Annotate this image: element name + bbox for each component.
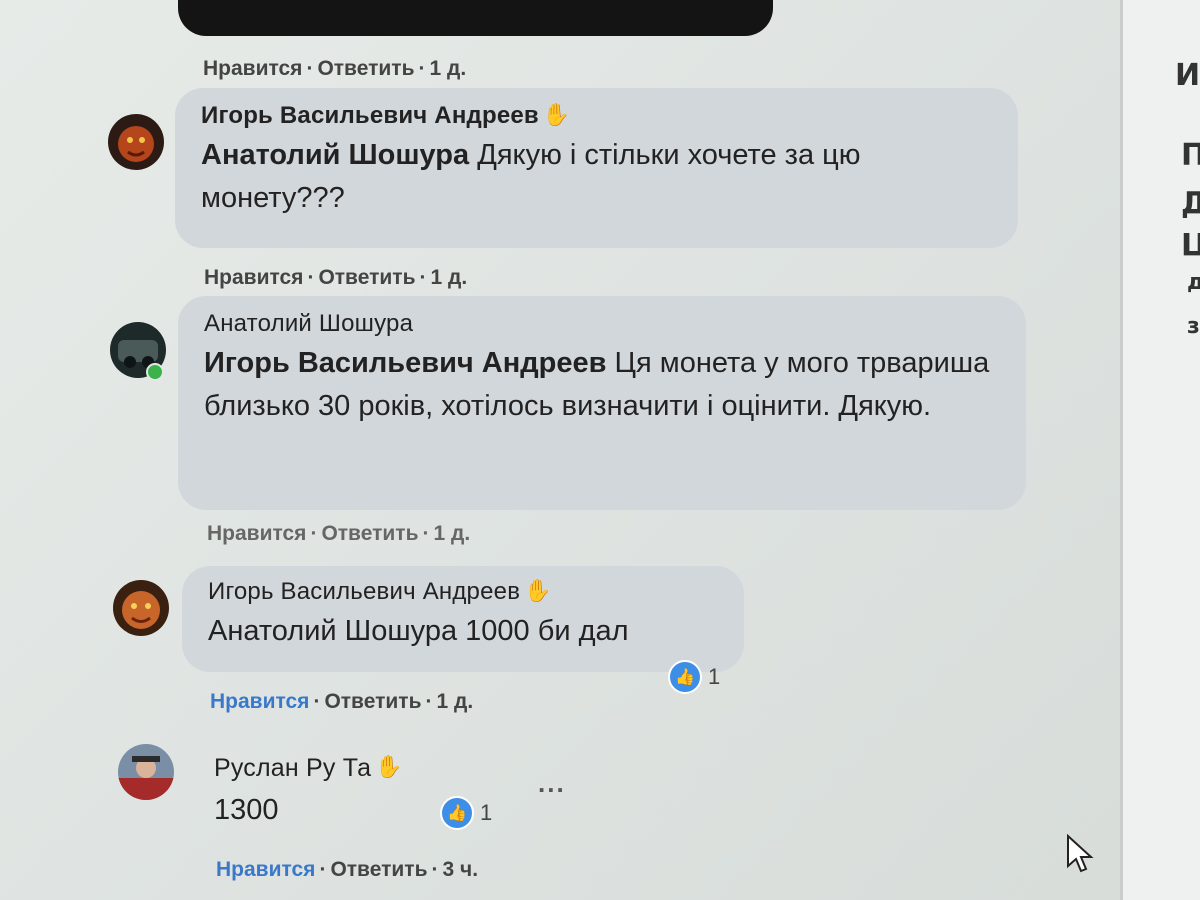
more-options-button[interactable]: ... (538, 768, 566, 799)
like-button[interactable]: Нравится (204, 266, 303, 289)
like-button[interactable]: Нравится (207, 522, 306, 545)
reply-button[interactable]: Ответить (321, 522, 418, 545)
waving-hand-icon: ✋ (375, 754, 403, 779)
comment-text: Анатолий Шошура Дякую і стільки хочете з… (201, 139, 861, 214)
timestamp[interactable]: 1 д. (436, 690, 473, 713)
comment-actions: Нравится · Ответить · 1 д. (204, 266, 468, 289)
reply-button[interactable]: Ответить (324, 690, 421, 713)
mention-link[interactable]: Игорь Васильевич Андреев (204, 347, 606, 379)
panel-text: И (1175, 58, 1200, 93)
reaction-count[interactable]: 👍 1 (440, 796, 492, 830)
comment-text: Игорь Васильевич Андреев Ця монета у мог… (204, 347, 990, 422)
reply-button[interactable]: Ответить (318, 266, 415, 289)
comment-author[interactable]: Анатолий Шошура (204, 310, 413, 338)
panel-text: д (1187, 270, 1200, 295)
media-preview[interactable] (178, 0, 773, 36)
avatar[interactable] (113, 580, 169, 636)
online-status-icon (146, 363, 164, 381)
comment-bubble: Игорь Васильевич Андреев ✋ Анатолий Шошур… (175, 88, 1018, 248)
comment-author[interactable]: Игорь Васильевич Андреев (201, 102, 539, 130)
comment-text: 1300 (214, 794, 279, 826)
comment-actions: Нравится · Ответить · 1 д. (207, 522, 471, 545)
mention-link[interactable]: Анатолий Шошура (201, 139, 469, 171)
panel-text: Ц (1181, 228, 1200, 263)
timestamp[interactable]: 1 д. (430, 266, 467, 289)
comment-bubble: Игорь Васильевич Андреев ✋ Анатолий Шошур… (182, 566, 744, 672)
panel-text: П (1181, 138, 1200, 173)
comment-actions: Нравится · Ответить · 1 д. (210, 690, 474, 713)
reply-button[interactable]: Ответить (330, 858, 427, 881)
right-side-panel: И П Д Ц д з (1120, 0, 1200, 900)
panel-text: з (1187, 314, 1200, 339)
panel-text: Д (1181, 186, 1200, 221)
avatar[interactable] (108, 114, 164, 170)
like-button[interactable]: Нравится (216, 858, 315, 881)
timestamp[interactable]: 1 д. (433, 522, 470, 545)
reaction-count[interactable]: 👍 1 (668, 660, 720, 694)
comment-content: Руслан Ру Та ✋ 1300 (214, 754, 403, 832)
reply-button[interactable]: Ответить (317, 57, 414, 80)
comment-text: Анатолий Шошура 1000 би дал (208, 615, 629, 647)
like-button[interactable]: Нравится (203, 57, 302, 80)
comment-actions: Нравится · Ответить · 3 ч. (216, 858, 479, 881)
timestamp[interactable]: 1 д. (429, 57, 466, 80)
mention-link[interactable]: Анатолий Шошура (208, 615, 457, 647)
waving-hand-icon: ✋ (542, 102, 571, 127)
avatar[interactable] (118, 744, 174, 800)
timestamp[interactable]: 3 ч. (442, 858, 478, 881)
thumbs-up-icon: 👍 (440, 796, 474, 830)
comment-actions: Нравится · Ответить · 1 д. (203, 57, 467, 80)
comment-author[interactable]: Руслан Ру Та (214, 754, 371, 783)
waving-hand-icon: ✋ (524, 578, 552, 603)
thumbs-up-icon: 👍 (668, 660, 702, 694)
comment-bubble: Анатолий Шошура Игорь Васильевич Андреев… (178, 296, 1026, 510)
like-button[interactable]: Нравится (210, 690, 309, 713)
comment-author[interactable]: Игорь Васильевич Андреев (208, 578, 520, 606)
mouse-cursor-icon (1067, 834, 1094, 873)
